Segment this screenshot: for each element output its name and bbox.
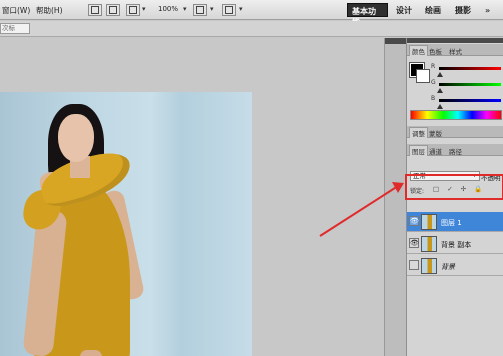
green-channel-knob[interactable] bbox=[437, 88, 443, 93]
layers-panel-tabs: 图层 通道 路径 bbox=[407, 144, 503, 156]
eye-icon[interactable] bbox=[409, 260, 419, 270]
document-canvas[interactable] bbox=[0, 92, 252, 356]
workspace-painting-button[interactable]: 绘画 bbox=[421, 3, 445, 17]
zoom-level[interactable]: 100% bbox=[158, 5, 178, 13]
minibridge-button[interactable] bbox=[106, 4, 120, 16]
panel-header[interactable] bbox=[407, 38, 503, 43]
tab-layers[interactable]: 图层 bbox=[409, 145, 428, 156]
screen-mode-icon bbox=[225, 6, 233, 14]
red-channel-slider[interactable] bbox=[439, 67, 501, 70]
view-extras-dropdown-icon[interactable]: ▾ bbox=[142, 5, 146, 13]
green-channel-slider[interactable] bbox=[439, 83, 501, 86]
tab-masks[interactable]: 蒙版 bbox=[429, 128, 442, 138]
tab-styles[interactable]: 样式 bbox=[449, 46, 462, 56]
blend-mode-dropdown-icon[interactable]: ▾ bbox=[473, 172, 476, 179]
arrange-documents-button[interactable] bbox=[193, 4, 207, 16]
red-channel-label: R bbox=[431, 63, 436, 70]
workspace-essentials-button[interactable]: 基本功能 bbox=[347, 3, 388, 27]
blue-channel-label: B bbox=[431, 95, 436, 102]
layer-name: 背景 bbox=[441, 263, 455, 271]
opacity-label: 不透明 bbox=[481, 174, 501, 182]
view-extras-button[interactable] bbox=[126, 4, 140, 16]
tab-channels[interactable]: 通道 bbox=[429, 146, 442, 156]
screen-mode-dropdown-icon[interactable]: ▾ bbox=[239, 5, 243, 13]
photo-face bbox=[58, 114, 94, 162]
tab-swatches[interactable]: 色板 bbox=[429, 46, 442, 56]
layer-row-background[interactable]: 背景 bbox=[407, 256, 503, 276]
color-panel-tabs: 颜色 色板 样式 bbox=[407, 44, 503, 56]
eye-icon[interactable]: 👁 bbox=[409, 216, 419, 226]
arrange-icon bbox=[196, 6, 204, 14]
adjustments-panel-tabs: 调整 蒙版 bbox=[407, 126, 503, 138]
layer-thumbnail bbox=[421, 258, 437, 274]
color-spectrum-bar[interactable] bbox=[410, 110, 502, 120]
menu-help[interactable]: 帮助(H) bbox=[36, 5, 63, 16]
arrange-dropdown-icon[interactable]: ▾ bbox=[210, 5, 214, 13]
layer-row-layer1[interactable]: 👁 图层 1 bbox=[407, 212, 503, 232]
panel-group: 颜色 色板 样式 R G B 调整 蒙版 图层 通道 路径 正常 ▾ 不透明 锁… bbox=[406, 38, 503, 356]
layers-panel: 图层 通道 路径 正常 ▾ 不透明 锁定: □ ✓ ✢ 🔒 👁 图层 1 👁 背… bbox=[407, 144, 503, 356]
tab-color[interactable]: 颜色 bbox=[409, 45, 428, 56]
screen-mode-button[interactable] bbox=[222, 4, 236, 16]
collapsed-dock bbox=[384, 38, 407, 356]
grid-icon bbox=[129, 6, 137, 14]
zoom-dropdown-icon[interactable]: ▾ bbox=[183, 5, 187, 13]
eye-icon[interactable]: 👁 bbox=[409, 238, 419, 248]
dock-header[interactable] bbox=[385, 38, 407, 44]
more-workspaces-icon[interactable]: » bbox=[481, 4, 494, 18]
layer-thumbnail bbox=[421, 236, 437, 252]
bridge-button[interactable] bbox=[88, 4, 102, 16]
menu-bar: 窗口(W) 帮助(H) ▾ 100% ▾ ▾ ▾ 基本功能 设计 绘画 摄影 » bbox=[0, 0, 503, 27]
photo-hand bbox=[80, 350, 102, 356]
layer-name: 图层 1 bbox=[441, 219, 462, 227]
background-color-swatch[interactable] bbox=[416, 69, 430, 83]
red-channel-knob[interactable] bbox=[437, 72, 443, 77]
blue-channel-knob[interactable] bbox=[437, 104, 443, 109]
lock-options-icons[interactable]: □ ✓ ✢ 🔒 bbox=[433, 185, 485, 193]
menu-window[interactable]: 窗口(W) bbox=[2, 5, 30, 16]
layer-row-background-copy[interactable]: 👁 背景 副本 bbox=[407, 234, 503, 254]
options-field[interactable]: 次标 bbox=[0, 23, 30, 34]
tab-adjustments[interactable]: 调整 bbox=[409, 127, 428, 138]
blend-mode-select[interactable]: 正常 bbox=[410, 171, 480, 181]
blue-channel-slider[interactable] bbox=[439, 99, 501, 102]
bridge-icon bbox=[91, 6, 99, 14]
workspace-photography-button[interactable]: 摄影 bbox=[451, 3, 475, 17]
workspace-design-button[interactable]: 设计 bbox=[392, 3, 416, 17]
layer-thumbnail bbox=[421, 214, 437, 230]
lock-label: 锁定: bbox=[410, 188, 425, 195]
tab-paths[interactable]: 路径 bbox=[449, 146, 462, 156]
options-bar: 次标 bbox=[0, 21, 503, 37]
layer-name: 背景 副本 bbox=[441, 241, 472, 249]
minibridge-icon bbox=[109, 6, 117, 14]
green-channel-label: G bbox=[431, 79, 436, 86]
